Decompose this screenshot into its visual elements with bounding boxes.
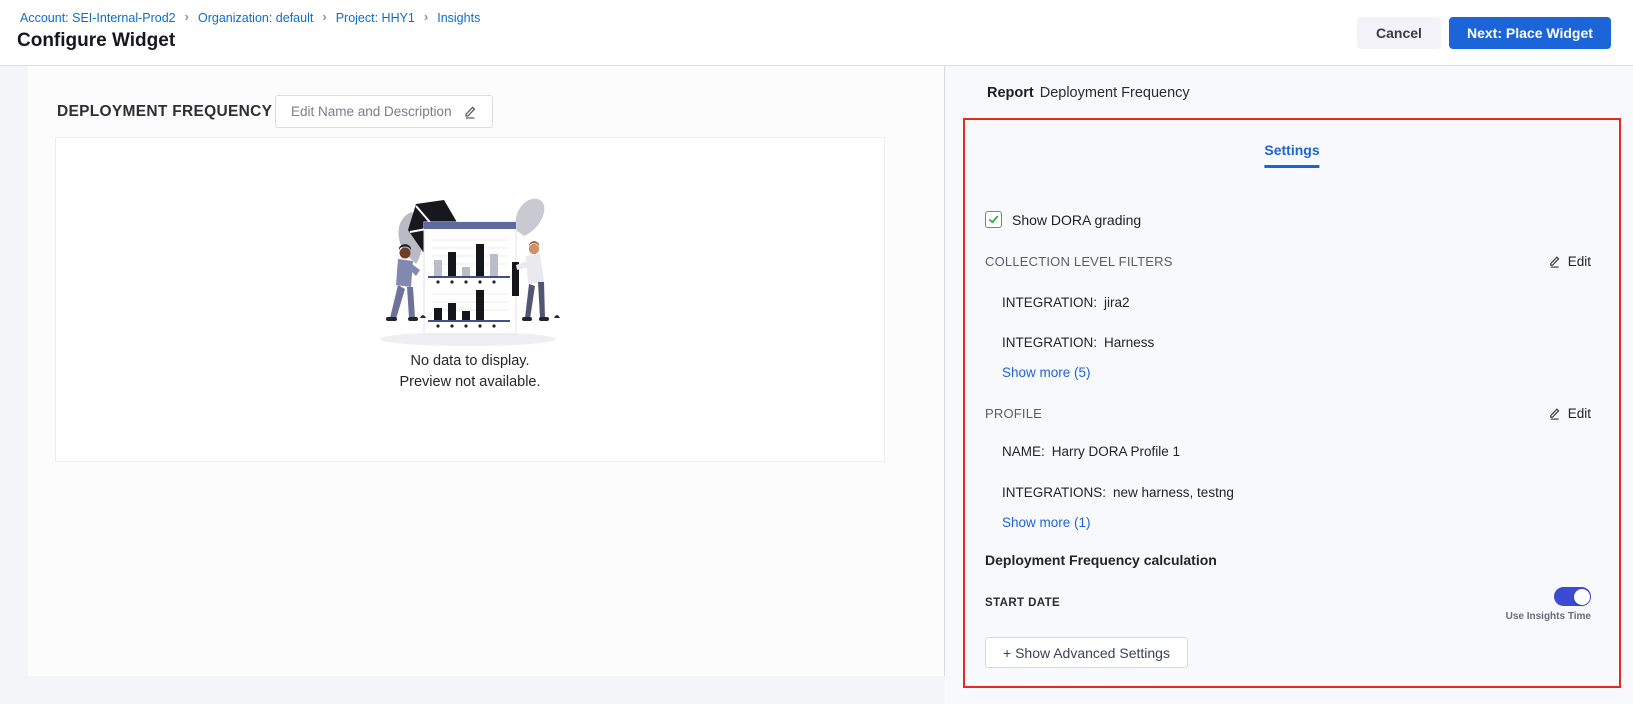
- cancel-button[interactable]: Cancel: [1357, 17, 1441, 49]
- profile-edit-button[interactable]: Edit: [1548, 406, 1591, 421]
- integration-value: jira2: [1104, 295, 1130, 310]
- widget-preview-card: No data to display. Preview not availabl…: [55, 137, 885, 462]
- report-header: Report Deployment Frequency: [987, 85, 1190, 101]
- use-insights-time-label: Use Insights Time: [1506, 611, 1591, 622]
- calculation-section-title: Deployment Frequency calculation: [985, 552, 1217, 568]
- show-dora-grading-checkbox[interactable]: Show DORA grading: [985, 211, 1141, 228]
- integration-row: INTEGRATION: Harness: [1002, 335, 1154, 350]
- integration-label: INTEGRATION:: [1002, 295, 1097, 310]
- page-title: Configure Widget: [17, 30, 175, 52]
- integrations-label: INTEGRATIONS:: [1002, 485, 1106, 500]
- edit-label: Edit: [1568, 254, 1591, 269]
- breadcrumb-chevron-icon: ›: [322, 9, 326, 24]
- edit-name-description-label: Edit Name and Description: [291, 104, 452, 119]
- profile-header: PROFILE Edit: [985, 406, 1591, 421]
- start-date-label: START DATE: [985, 597, 1060, 609]
- configure-widget-page: Account: SEI-Internal-Prod2 › Organizati…: [0, 0, 1633, 704]
- pencil-icon: [463, 105, 477, 119]
- report-label: Report: [987, 85, 1034, 101]
- profile-name-row: NAME: Harry DORA Profile 1: [1002, 444, 1180, 459]
- empty-state-line2: Preview not available.: [56, 372, 884, 393]
- collection-filters-edit-button[interactable]: Edit: [1548, 254, 1591, 269]
- use-insights-time-toggle[interactable]: [1554, 587, 1591, 606]
- breadcrumb: Account: SEI-Internal-Prod2 › Organizati…: [20, 10, 480, 25]
- report-name: Deployment Frequency: [1040, 85, 1190, 101]
- breadcrumb-insights[interactable]: Insights: [437, 11, 480, 25]
- widget-preview-panel: DEPLOYMENT FREQUENCY Edit Name and Descr…: [28, 66, 945, 676]
- profile-integrations-row: INTEGRATIONS: new harness, testng: [1002, 485, 1234, 500]
- profile-title: PROFILE: [985, 406, 1042, 421]
- collection-filters-show-more-link[interactable]: Show more (5): [1002, 365, 1091, 380]
- empty-state-line1: No data to display.: [56, 351, 884, 372]
- show-advanced-settings-button[interactable]: + Show Advanced Settings: [985, 637, 1188, 668]
- tab-settings[interactable]: Settings: [1264, 142, 1319, 168]
- empty-state-text: No data to display. Preview not availabl…: [56, 351, 884, 393]
- name-label: NAME:: [1002, 444, 1045, 459]
- empty-state-illustration: [364, 190, 576, 355]
- name-value: Harry DORA Profile 1: [1052, 444, 1180, 459]
- profile-show-more-link[interactable]: Show more (1): [1002, 515, 1091, 530]
- widget-settings-panel: Report Deployment Frequency Settings Show…: [945, 66, 1633, 704]
- edit-name-description-button[interactable]: Edit Name and Description: [275, 95, 493, 128]
- collection-filters-header: COLLECTION LEVEL FILTERS Edit: [985, 254, 1591, 269]
- integration-row: INTEGRATION: jira2: [1002, 295, 1130, 310]
- widget-name-title: DEPLOYMENT FREQUENCY: [57, 103, 272, 121]
- next-place-widget-button[interactable]: Next: Place Widget: [1449, 17, 1611, 49]
- breadcrumb-chevron-icon: ›: [185, 9, 189, 24]
- integration-label: INTEGRATION:: [1002, 335, 1097, 350]
- pencil-icon: [1548, 407, 1561, 420]
- breadcrumb-chevron-icon: ›: [424, 9, 428, 24]
- toggle-knob: [1574, 589, 1590, 605]
- breadcrumb-project[interactable]: Project: HHY1: [336, 11, 415, 25]
- settings-highlight-box: Settings Show DORA grading COLLECTION LE…: [963, 118, 1621, 688]
- show-dora-grading-label: Show DORA grading: [1012, 212, 1141, 228]
- edit-label: Edit: [1568, 406, 1591, 421]
- integrations-value: new harness, testng: [1113, 485, 1234, 500]
- page-header: Account: SEI-Internal-Prod2 › Organizati…: [0, 0, 1633, 66]
- collection-filters-title: COLLECTION LEVEL FILTERS: [985, 254, 1173, 269]
- breadcrumb-account[interactable]: Account: SEI-Internal-Prod2: [20, 11, 176, 25]
- pencil-icon: [1548, 255, 1561, 268]
- breadcrumb-organization[interactable]: Organization: default: [198, 11, 313, 25]
- integration-value: Harness: [1104, 335, 1154, 350]
- checkbox-checked-icon: [985, 211, 1002, 228]
